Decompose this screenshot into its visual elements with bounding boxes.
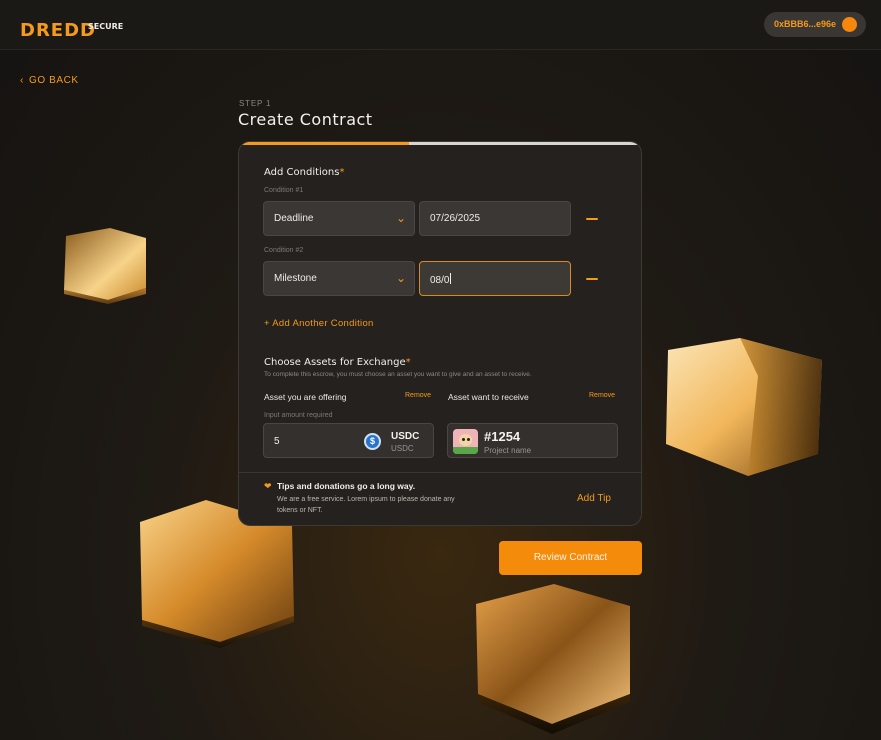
- tips-title: Tips and donations go a long way.: [277, 481, 416, 491]
- amount-input-label: Input amount required: [264, 412, 333, 419]
- offering-label: Asset you are offering: [264, 392, 347, 402]
- progress-fill: [239, 142, 409, 145]
- remove-receiving-button[interactable]: Remove: [589, 392, 615, 399]
- go-back-label: GO BACK: [28, 75, 79, 86]
- gold-cube-decoration: [476, 584, 630, 734]
- condition-1-type-value: Deadline: [274, 213, 314, 224]
- token-name: USDC: [391, 444, 414, 453]
- required-marker: *: [405, 357, 411, 368]
- wallet-address: 0xBBB6...e96e: [774, 19, 837, 29]
- assets-title: Choose Assets for Exchange: [264, 357, 406, 368]
- nft-thumbnail: [453, 429, 478, 454]
- tips-body: We are a free service. Lorem ipsum to pl…: [277, 496, 455, 514]
- gold-cube-decoration: [666, 338, 822, 476]
- review-contract-button[interactable]: Review Contract: [499, 541, 642, 575]
- page-title: Create Contract: [238, 110, 373, 129]
- condition-2-label: Condition #2: [264, 247, 304, 254]
- logo-suffix: SECURE: [88, 22, 124, 31]
- gold-cube-decoration: [64, 228, 146, 304]
- receiving-nft-selector[interactable]: #1254 Project name: [447, 423, 618, 458]
- divider: [239, 472, 641, 473]
- condition-1-label: Condition #1: [264, 187, 304, 194]
- go-back-link[interactable]: ‹ GO BACK: [20, 75, 79, 86]
- offering-amount-value: 5: [274, 436, 280, 447]
- receiving-label: Asset want to receive: [448, 392, 529, 402]
- progress-track: [239, 142, 641, 145]
- text-cursor: [450, 273, 452, 284]
- condition-1-type-select[interactable]: Deadline ⌄: [263, 201, 415, 236]
- top-bar: DREDD SECURE 0xBBB6...e96e: [0, 0, 881, 50]
- add-tip-button[interactable]: Add Tip: [577, 493, 611, 504]
- nft-project-name: Project name: [484, 446, 532, 455]
- wallet-avatar: [842, 17, 857, 32]
- chevron-left-icon: ‹: [20, 75, 24, 86]
- add-condition-button[interactable]: + Add Another Condition: [264, 318, 374, 329]
- heart-hands-icon: ❤: [264, 481, 272, 491]
- nft-eye: [467, 438, 470, 441]
- chevron-down-icon: ⌄: [395, 271, 406, 285]
- condition-1-date-input[interactable]: 07/26/2025: [419, 201, 571, 236]
- nft-character: [459, 434, 472, 446]
- required-marker: *: [339, 167, 345, 178]
- remove-condition-1-button[interactable]: [586, 218, 598, 220]
- condition-2-type-value: Milestone: [274, 273, 317, 284]
- logo[interactable]: DREDD: [20, 20, 96, 41]
- assets-heading: Choose Assets for Exchange*: [264, 357, 411, 368]
- condition-1-date-value: 07/26/2025: [430, 213, 481, 224]
- chevron-down-icon: ⌄: [395, 211, 406, 225]
- step-label: STEP 1: [239, 99, 272, 108]
- condition-2-date-input[interactable]: 08/0: [419, 261, 571, 296]
- nft-eye: [462, 438, 465, 441]
- conditions-heading: Add Conditions*: [264, 167, 344, 178]
- wallet-button[interactable]: 0xBBB6...e96e: [764, 12, 866, 37]
- remove-condition-2-button[interactable]: [586, 278, 598, 280]
- assets-description: To complete this escrow, you must choose…: [264, 371, 532, 378]
- contract-form-card: Add Conditions* Condition #1 Deadline ⌄ …: [238, 141, 642, 526]
- condition-2-type-select[interactable]: Milestone ⌄: [263, 261, 415, 296]
- nft-id: #1254: [484, 429, 521, 444]
- conditions-title: Add Conditions: [264, 167, 340, 178]
- offering-amount-input[interactable]: 5 $ USDC USDC: [263, 423, 434, 458]
- remove-offering-button[interactable]: Remove: [405, 392, 431, 399]
- condition-2-date-value: 08/0: [430, 273, 452, 286]
- token-symbol: USDC: [391, 431, 420, 442]
- nft-grass: [453, 447, 478, 454]
- condition-2-date-text: 08/0: [430, 275, 450, 286]
- usdc-token-icon: $: [364, 433, 381, 450]
